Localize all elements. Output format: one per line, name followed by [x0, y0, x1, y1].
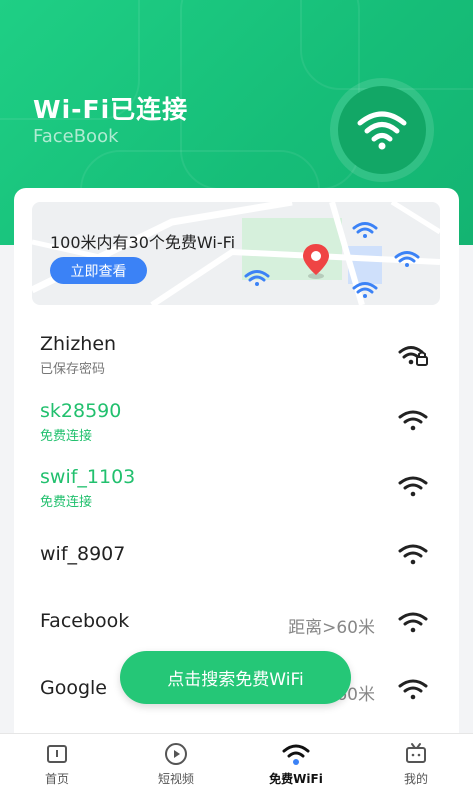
- tab-free-wifi[interactable]: 免费WiFi: [256, 742, 336, 787]
- home-icon: [47, 745, 67, 763]
- wifi-badge: [338, 86, 426, 174]
- wifi-signal-icon: [398, 679, 428, 700]
- network-row[interactable]: Facebook 距离>60米: [40, 610, 432, 638]
- play-icon: [165, 743, 187, 765]
- map-roads: [32, 202, 440, 305]
- location-pin-icon: [303, 244, 329, 279]
- network-row[interactable]: sk28590 免费连接: [40, 400, 432, 444]
- wifi-marker-icon: [352, 282, 378, 298]
- bottom-tab-bar: 首页 短视频 免费WiFi 我的: [0, 733, 473, 789]
- wifi-signal-icon: [398, 476, 428, 497]
- tab-short-video[interactable]: 短视频: [136, 742, 216, 787]
- connected-ssid: FaceBook: [33, 126, 119, 147]
- network-name: sk28590: [40, 400, 122, 422]
- network-row[interactable]: Zhizhen 已保存密码: [40, 333, 432, 377]
- tab-label: 我的: [403, 772, 428, 786]
- wifi-marker-icon: [244, 270, 270, 286]
- search-free-wifi-button[interactable]: 点击搜索免费WiFi: [120, 651, 351, 704]
- wifi-signal-icon: [398, 544, 428, 565]
- tab-home[interactable]: 首页: [17, 742, 97, 787]
- wifi-icon: [282, 744, 310, 765]
- network-row[interactable]: swif_1103 免费连接: [40, 466, 432, 510]
- bg-decoration: [300, 0, 473, 90]
- network-name: wif_8907: [40, 543, 126, 565]
- wifi-signal-icon: [398, 612, 428, 633]
- wifi-marker-icon: [394, 251, 420, 267]
- wifi-signal-icon: [398, 410, 428, 431]
- network-status: 免费连接: [40, 429, 93, 444]
- network-row[interactable]: wif_8907: [40, 543, 432, 565]
- wifi-marker-icon: [352, 222, 378, 238]
- network-distance: 距离>60米: [288, 618, 375, 638]
- network-name: swif_1103: [40, 466, 136, 488]
- tab-mine[interactable]: 我的: [376, 742, 456, 787]
- tab-label: 免费WiFi: [269, 772, 323, 786]
- tab-label: 短视频: [157, 772, 194, 786]
- nearby-wifi-count: 100米内有30个免费Wi-Fi: [50, 233, 236, 252]
- network-status: 免费连接: [40, 495, 93, 510]
- tab-label: 首页: [44, 772, 69, 786]
- wifi-icon: [357, 111, 407, 150]
- connection-status-title: Wi-Fi已连接: [33, 95, 189, 124]
- network-status: 已保存密码: [40, 362, 106, 377]
- tv-icon: [406, 743, 426, 763]
- view-now-button[interactable]: 立即查看: [50, 257, 147, 284]
- wifi-lock-icon: [398, 346, 428, 366]
- network-name: Zhizhen: [40, 333, 117, 355]
- nearby-map[interactable]: 100米内有30个免费Wi-Fi 立即查看: [32, 202, 440, 305]
